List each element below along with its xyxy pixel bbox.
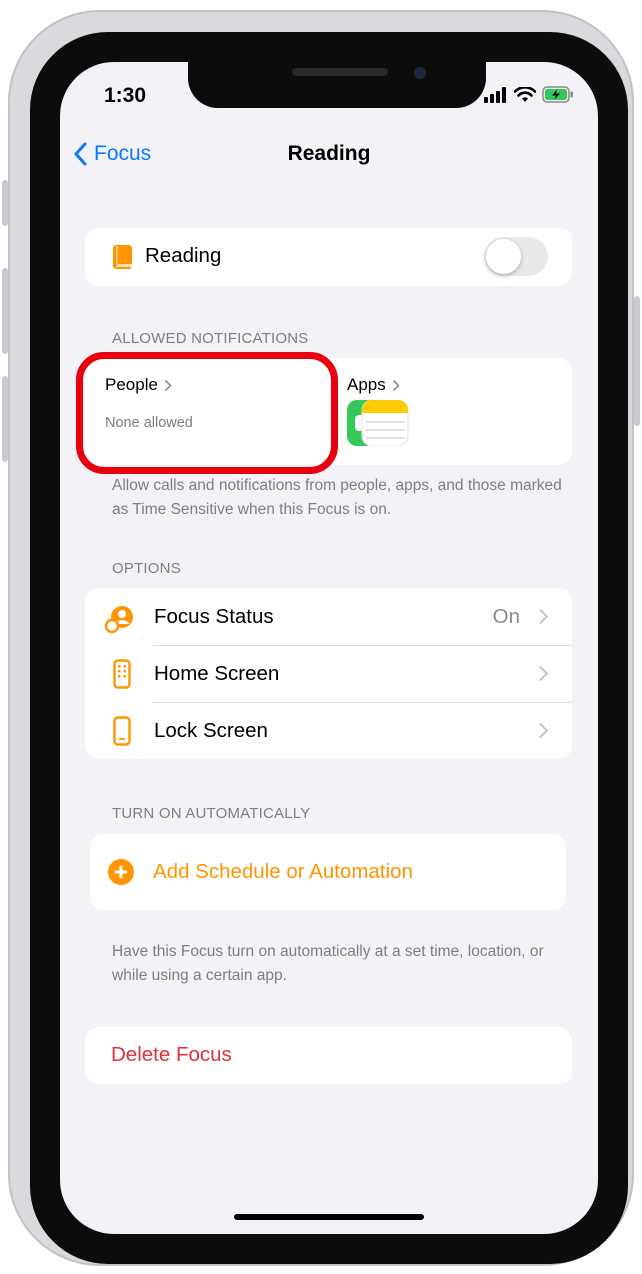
focus-status-value: On: [492, 604, 520, 628]
power-button: [634, 296, 640, 426]
chevron-right-icon: [392, 379, 400, 391]
focus-toggle-label: Reading: [145, 244, 222, 267]
chevron-right-icon: [532, 665, 549, 682]
people-highlight-annotation: [76, 352, 338, 474]
notes-icon: [361, 400, 409, 446]
allowed-notifications-header: ALLOWED NOTIFICATIONS: [112, 330, 309, 347]
automation-header: TURN ON AUTOMATICALLY: [112, 805, 311, 822]
home-indicator[interactable]: [234, 1214, 424, 1220]
apps-label: Apps: [347, 375, 386, 394]
focus-status-icon: [105, 606, 133, 633]
battery-charging-icon: [542, 86, 573, 103]
phone-frame: 1:30 Reading Focus Reading ALLOWED NOTIF…: [2, 10, 640, 1266]
back-button-label: Focus: [94, 142, 152, 165]
status-time: 1:30: [104, 84, 147, 107]
option-row-home-screen[interactable]: Home Screen: [85, 645, 572, 702]
allowed-notifications-footer: Allow calls and notifications from peopl…: [112, 477, 562, 518]
options-header: OPTIONS: [112, 560, 181, 577]
add-schedule-card[interactable]: Add Schedule or Automation: [90, 834, 566, 910]
delete-focus-label: Delete Focus: [111, 1043, 232, 1066]
focus-toggle-card: Reading: [85, 228, 572, 286]
apps-tile[interactable]: Apps: [327, 358, 572, 465]
cellular-signal-icon: [484, 86, 506, 103]
lock-screen-icon: [113, 716, 131, 746]
home-screen-icon: [113, 659, 131, 689]
option-row-lock-screen[interactable]: Lock Screen: [85, 702, 572, 759]
chevron-right-icon: [532, 608, 549, 625]
status-icons: [484, 86, 574, 103]
notch: [188, 62, 486, 108]
earpiece-speaker: [292, 68, 388, 76]
volume-up-button: [2, 268, 8, 354]
focus-toggle-switch[interactable]: [484, 237, 548, 276]
chevron-right-icon: [532, 722, 549, 739]
front-camera: [414, 67, 426, 79]
delete-focus-button[interactable]: Delete Focus: [85, 1027, 572, 1084]
silent-switch: [2, 180, 8, 226]
chevron-left-icon: [74, 142, 87, 166]
options-card: Focus Status On Home Screen Lock Screen: [85, 588, 572, 759]
wifi-icon: [514, 86, 536, 102]
add-schedule-label: Add Schedule or Automation: [153, 860, 413, 883]
option-row-focus-status[interactable]: Focus Status On: [85, 588, 572, 645]
plus-circle-icon: [108, 859, 134, 885]
option-label: Lock Screen: [154, 718, 268, 742]
back-button[interactable]: Focus: [74, 142, 151, 166]
option-label: Home Screen: [154, 661, 280, 685]
volume-down-button: [2, 376, 8, 462]
screen: 1:30 Reading Focus Reading ALLOWED NOTIF…: [60, 62, 598, 1234]
automation-footer: Have this Focus turn on automatically at…: [112, 943, 544, 984]
book-icon: [113, 245, 132, 269]
option-label: Focus Status: [154, 604, 274, 628]
toggle-knob: [486, 239, 521, 274]
